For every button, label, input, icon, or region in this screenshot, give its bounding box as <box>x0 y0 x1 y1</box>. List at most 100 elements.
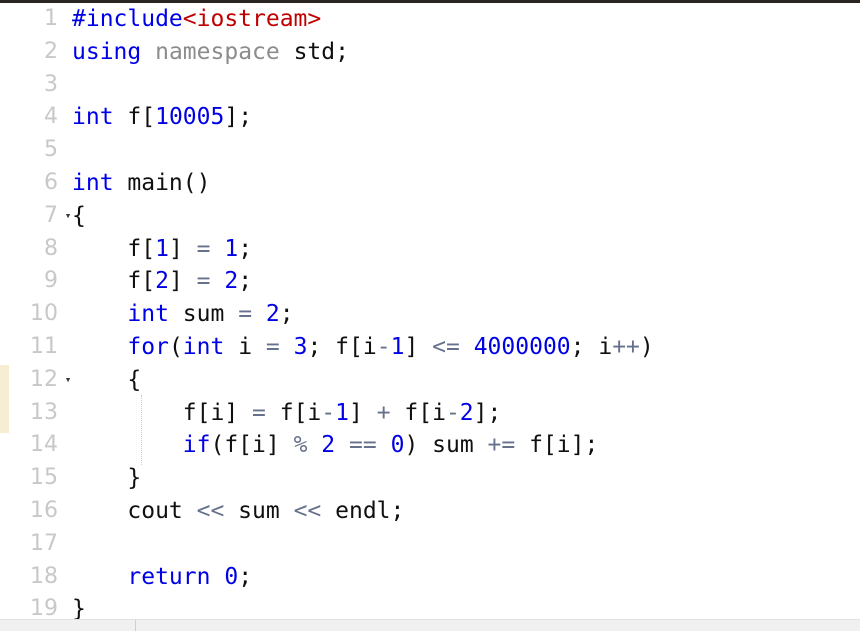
token-pl: ] <box>168 268 197 295</box>
token-num: 2 <box>265 301 280 328</box>
code-line[interactable]: 17 <box>0 528 860 561</box>
code-line[interactable]: 13 f[i] = f[i-1] + f[i-2]; <box>0 397 860 430</box>
token-kw: return <box>127 563 211 590</box>
line-number: 2 <box>44 38 58 64</box>
code-line-text[interactable]: f[i] = f[i-1] + f[i-2]; <box>72 397 502 430</box>
token-op: - <box>445 399 460 426</box>
token-kw: int <box>72 104 114 131</box>
token-pl: f[ <box>72 268 156 295</box>
code-lines-container[interactable]: 1 #include<iostream> 2 using namespace std;… <box>0 3 860 631</box>
token-pl: ]; <box>224 104 253 131</box>
token-num: 2 <box>224 268 239 295</box>
code-line-text[interactable]: #include<iostream> <box>72 3 321 36</box>
code-line[interactable]: 9 f[2] = 2; <box>0 265 860 298</box>
token-pl: ; <box>238 235 253 262</box>
token-kw: using <box>72 38 142 65</box>
code-line[interactable]: 11 for(int i = 3; f[i-1] <= 4000000; i++… <box>0 331 860 364</box>
token-num: 1 <box>224 235 239 262</box>
code-line-text[interactable]: using namespace std; <box>72 36 349 69</box>
code-line[interactable]: 18 return 0; <box>0 561 860 594</box>
code-line[interactable]: 10 int sum = 2; <box>0 298 860 331</box>
token-op: == <box>349 432 377 459</box>
token-kw: int <box>72 169 114 196</box>
token-pl: { <box>72 202 86 229</box>
token-op: <= <box>432 333 460 360</box>
code-line[interactable]: 7 ▾{ <box>0 200 860 233</box>
token-op: << <box>293 497 322 524</box>
token-pl: f[i <box>265 399 322 426</box>
token-op: = <box>238 301 253 328</box>
token-pl: main() <box>113 169 211 196</box>
code-line[interactable]: 16 cout << sum << endl; <box>0 495 860 528</box>
code-line[interactable]: 12 ▾ { <box>0 364 860 397</box>
code-line[interactable]: 6 int main() <box>0 167 860 200</box>
code-line[interactable]: 3 <box>0 69 860 102</box>
token-num: 0 <box>224 563 239 590</box>
token-pl: sum <box>168 301 239 328</box>
line-number: 17 <box>30 530 58 556</box>
token-kw: if <box>182 432 211 459</box>
token-pl: f[i]; <box>515 432 599 459</box>
code-line[interactable]: 5 <box>0 134 860 167</box>
code-line-text[interactable]: f[2] = 2; <box>72 265 252 298</box>
token-pl: i <box>224 333 266 360</box>
code-line-text[interactable]: if(f[i] % 2 == 0) sum += f[i]; <box>72 429 599 462</box>
line-number: 14 <box>30 432 58 458</box>
token-num: 1 <box>335 399 349 426</box>
token-pl: ] <box>404 333 433 360</box>
code-line-text[interactable]: int sum = 2; <box>72 298 293 331</box>
token-op: = <box>196 235 211 262</box>
token-op: % <box>293 432 308 459</box>
token-pl: std; <box>279 38 349 65</box>
code-line[interactable]: 1 #include<iostream> <box>0 3 860 36</box>
line-number: 3 <box>44 71 58 97</box>
code-line-text[interactable]: { <box>72 364 141 397</box>
token-pl: ( <box>168 333 183 360</box>
code-line[interactable]: 2 using namespace std; <box>0 36 860 69</box>
token-op: = <box>265 333 280 360</box>
horizontal-scrollbar-thumb[interactable] <box>136 621 836 630</box>
code-line[interactable]: 8 f[1] = 1; <box>0 233 860 266</box>
code-line[interactable]: 4 int f[10005]; <box>0 101 860 134</box>
line-number: 8 <box>44 235 58 261</box>
line-number: 9 <box>44 268 58 294</box>
code-line[interactable]: 14 if(f[i] % 2 == 0) sum += f[i]; <box>0 429 860 462</box>
token-pl: ] <box>168 235 197 262</box>
line-number: 11 <box>30 333 58 359</box>
token-pl: (f[i] <box>210 432 294 459</box>
code-line-text[interactable]: int f[10005]; <box>72 101 252 134</box>
token-pl: f[ <box>113 104 156 131</box>
line-number: 15 <box>30 465 58 491</box>
line-number: 18 <box>30 563 58 589</box>
code-line-text[interactable]: for(int i = 3; f[i-1] <= 4000000; i++) <box>72 331 653 364</box>
code-line[interactable]: 15 } <box>0 462 860 495</box>
code-line-text[interactable]: } <box>72 462 141 495</box>
code-line-text[interactable]: return 0; <box>72 561 252 594</box>
token-kw: for <box>127 333 169 360</box>
code-editor[interactable]: 1 #include<iostream> 2 using namespace std;… <box>0 0 860 631</box>
token-pl: sum <box>224 497 294 524</box>
line-number: 16 <box>30 497 58 523</box>
code-line-text[interactable]: { <box>72 200 86 233</box>
token-pl: ; <box>238 268 253 295</box>
token-num: 2 <box>155 268 169 295</box>
horizontal-scrollbar[interactable] <box>0 619 860 631</box>
token-pl: } <box>72 465 142 492</box>
token-kw: int <box>182 333 225 360</box>
token-num: 2 <box>321 432 336 459</box>
token-num: 4000000 <box>473 333 571 360</box>
token-op: += <box>487 432 516 459</box>
token-op: + <box>376 399 391 426</box>
token-pl: ]; <box>473 399 502 426</box>
code-line-text[interactable]: cout << sum << endl; <box>72 495 404 528</box>
code-line-text[interactable]: int main() <box>72 167 210 200</box>
code-line-text[interactable]: f[1] = 1; <box>72 233 252 266</box>
token-op: ++ <box>612 333 640 360</box>
